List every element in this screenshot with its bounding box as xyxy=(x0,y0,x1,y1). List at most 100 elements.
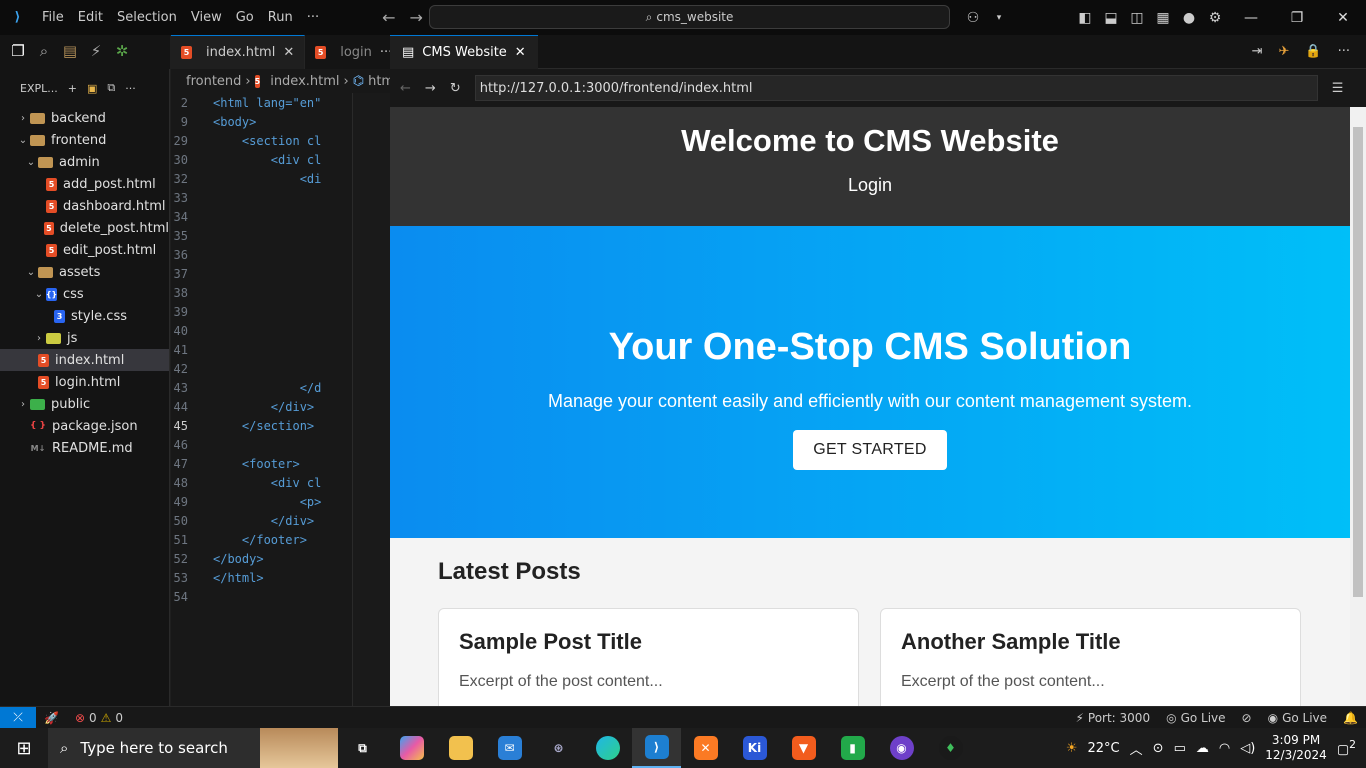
code-line[interactable]: 35 xyxy=(171,226,352,245)
tree-item[interactable]: 5 dashboard.html xyxy=(0,195,169,217)
green-app-icon[interactable]: ▮ xyxy=(828,728,877,768)
brave-browser-icon[interactable]: ▼ xyxy=(779,728,828,768)
battery-icon[interactable]: ▭ xyxy=(1174,741,1186,756)
menu-item[interactable]: File xyxy=(35,10,71,25)
back-arrow-icon[interactable]: ← xyxy=(400,81,411,96)
url-input[interactable]: http://127.0.0.1:3000/frontend/index.htm… xyxy=(474,75,1318,101)
code-line[interactable]: 34 xyxy=(171,207,352,226)
extensions-icon[interactable]: ✲ xyxy=(112,42,132,62)
command-center-search[interactable]: ⌕ cms_website xyxy=(429,5,950,29)
get-started-button[interactable]: GET STARTED xyxy=(793,430,947,470)
weather-icon[interactable]: ☀ xyxy=(1066,741,1078,756)
chevron-right-icon[interactable]: › xyxy=(32,333,46,344)
xampp-icon[interactable]: ✕ xyxy=(681,728,730,768)
code-line[interactable]: 52 </body> xyxy=(171,549,352,568)
chevron-down-icon[interactable]: ⌄ xyxy=(24,157,38,168)
breadcrumb-item[interactable]: frontend xyxy=(186,74,241,89)
tree-item[interactable]: ⌄{} css xyxy=(0,283,169,305)
tree-item[interactable]: 5 delete_post.html xyxy=(0,217,169,239)
back-arrow-icon[interactable]: ← xyxy=(375,8,402,27)
camera-icon[interactable]: ⊙ xyxy=(1153,741,1164,756)
satellite-app-icon[interactable]: ⊛ xyxy=(534,728,583,768)
code-area[interactable]: 2 <html lang="en" 9 <body> 29 <section cl 30 … xyxy=(171,93,352,606)
deploy-rocket-icon[interactable]: 🚀 xyxy=(36,711,67,725)
page-scrollbar[interactable] xyxy=(1350,107,1366,706)
toggle-panel-icon[interactable]: ⬓ xyxy=(1098,10,1124,26)
file-explorer-icon[interactable] xyxy=(436,728,485,768)
breadcrumb-item[interactable]: htm xyxy=(368,74,390,89)
post-card[interactable]: Another Sample Title Excerpt of the post… xyxy=(880,608,1301,706)
post-card[interactable]: Sample Post Title Excerpt of the post co… xyxy=(438,608,859,706)
more-actions-icon[interactable]: ··· xyxy=(1338,44,1350,59)
code-line[interactable]: 50 </div> xyxy=(171,511,352,530)
mongodb-compass-icon[interactable]: ♦ xyxy=(926,728,975,768)
code-line[interactable]: 37 xyxy=(171,264,352,283)
tree-item[interactable]: ⌄ assets xyxy=(0,261,169,283)
code-line[interactable]: 40 xyxy=(171,321,352,340)
lock-icon[interactable]: 🔒 xyxy=(1305,44,1321,59)
tree-item[interactable]: ⌄ frontend xyxy=(0,129,169,151)
reload-icon[interactable]: ↻ xyxy=(450,81,461,96)
copilot-icon[interactable]: ⚇ xyxy=(960,10,986,26)
tree-item[interactable]: 5 add_post.html xyxy=(0,173,169,195)
windows-start-icon[interactable]: ⊞ xyxy=(0,728,48,768)
tab-cms-website[interactable]: ▤ CMS Website ✕ xyxy=(390,34,538,69)
chevron-down-icon[interactable]: ⌄ xyxy=(32,289,46,300)
close-tab-icon[interactable]: ✕ xyxy=(515,45,526,60)
weather-temp[interactable]: 22°C xyxy=(1088,741,1120,756)
task-view-icon[interactable]: ⧉ xyxy=(338,728,387,768)
github-desktop-icon[interactable]: ◉ xyxy=(877,728,926,768)
ki-app-icon[interactable]: Ki xyxy=(730,728,779,768)
go-live-button[interactable]: ◉ Go Live xyxy=(1260,711,1335,725)
code-line[interactable]: 43 </d xyxy=(171,378,352,397)
code-line[interactable]: 39 xyxy=(171,302,352,321)
run-icon[interactable]: ✈ xyxy=(1279,44,1290,59)
tree-item[interactable]: 3 style.css xyxy=(0,305,169,327)
post-title[interactable]: Another Sample Title xyxy=(901,629,1280,655)
open-externally-icon[interactable]: ⇥ xyxy=(1252,44,1263,59)
taskbar-search[interactable]: ⌕ Type here to search xyxy=(48,728,338,768)
chevron-right-icon[interactable]: › xyxy=(16,113,30,124)
minimize-icon[interactable]: — xyxy=(1228,10,1274,26)
collapse-all-icon[interactable]: ⧉ xyxy=(107,81,115,95)
toggle-sidebar-icon[interactable]: ◧ xyxy=(1072,10,1098,26)
search-icon[interactable]: ⌕ xyxy=(34,42,54,62)
code-line[interactable]: 53 </html> xyxy=(171,568,352,587)
code-line[interactable]: 46 xyxy=(171,435,352,454)
tab-login[interactable]: 5 login ··· xyxy=(305,35,404,69)
restore-icon[interactable]: ❐ xyxy=(1274,10,1320,26)
no-sync-icon[interactable]: ⊘ xyxy=(1234,711,1260,725)
source-control-icon[interactable]: ▤ xyxy=(60,42,80,62)
code-line[interactable]: 32 <di xyxy=(171,169,352,188)
customize-layout-icon[interactable]: ▦ xyxy=(1150,10,1176,26)
run-debug-icon[interactable]: ⚡ xyxy=(86,42,106,62)
code-line[interactable]: 47 <footer> xyxy=(171,454,352,473)
code-line[interactable]: 41 xyxy=(171,340,352,359)
code-line[interactable]: 9 <body> xyxy=(171,112,352,131)
chevron-down-icon[interactable]: ▾ xyxy=(986,13,1012,23)
forward-arrow-icon[interactable]: → xyxy=(403,8,430,27)
account-icon[interactable]: ● xyxy=(1176,10,1202,26)
menu-item[interactable]: ··· xyxy=(300,10,326,25)
tree-item[interactable]: 5 edit_post.html xyxy=(0,239,169,261)
menu-item[interactable]: Selection xyxy=(110,10,184,25)
browser-menu-icon[interactable]: ☰ xyxy=(1332,81,1344,96)
notification-center-icon[interactable]: ▢2 xyxy=(1337,738,1356,757)
tree-item[interactable]: M↓ README.md xyxy=(0,437,169,459)
code-line[interactable]: 2 <html lang="en" xyxy=(171,93,352,112)
code-line[interactable]: 36 xyxy=(171,245,352,264)
new-file-icon[interactable]: + xyxy=(68,82,77,95)
clock[interactable]: 3:09 PM 12/3/2024 xyxy=(1265,733,1327,763)
post-title[interactable]: Sample Post Title xyxy=(459,629,838,655)
menu-item[interactable]: Edit xyxy=(71,10,110,25)
code-line[interactable]: 48 <div cl xyxy=(171,473,352,492)
chevron-right-icon[interactable]: › xyxy=(16,399,30,410)
menu-item[interactable]: Run xyxy=(261,10,300,25)
code-line[interactable]: 54 xyxy=(171,587,352,606)
forward-arrow-icon[interactable]: → xyxy=(425,81,436,96)
notifications-bell-icon[interactable]: 🔔 xyxy=(1335,711,1366,725)
tab-index-html[interactable]: 5 index.html ✕ xyxy=(171,35,306,69)
code-line[interactable]: 33 xyxy=(171,188,352,207)
chevron-down-icon[interactable]: ⌄ xyxy=(24,267,38,278)
more-actions-icon[interactable]: ··· xyxy=(125,82,136,95)
